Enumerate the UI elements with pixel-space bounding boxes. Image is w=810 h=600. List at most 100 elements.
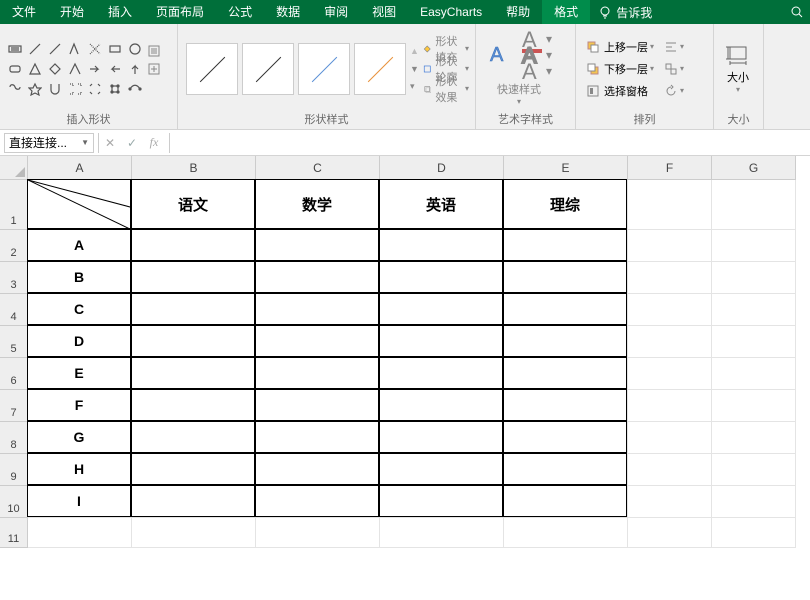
cell-E2[interactable] bbox=[503, 229, 627, 261]
cell-A9[interactable]: H bbox=[27, 453, 131, 485]
cell-A11[interactable] bbox=[28, 518, 132, 548]
cell-E9[interactable] bbox=[503, 453, 627, 485]
cell-C8[interactable] bbox=[255, 421, 379, 453]
cell-B2[interactable] bbox=[131, 229, 255, 261]
shapes-gallery[interactable] bbox=[6, 40, 144, 98]
cell-E1[interactable]: 理综 bbox=[503, 179, 627, 229]
row-header-10[interactable]: 10 bbox=[0, 486, 28, 518]
cell-B8[interactable] bbox=[131, 421, 255, 453]
row-header-1[interactable]: 1 bbox=[0, 180, 28, 230]
quick-styles-button[interactable]: 快速样式 bbox=[497, 81, 541, 97]
cell-B4[interactable] bbox=[131, 293, 255, 325]
cell-E11[interactable] bbox=[504, 518, 628, 548]
cell-C10[interactable] bbox=[255, 485, 379, 517]
tab-文件[interactable]: 文件 bbox=[0, 0, 48, 24]
cell-C1[interactable]: 数学 bbox=[255, 179, 379, 229]
cell-A5[interactable]: D bbox=[27, 325, 131, 357]
tell-me-button[interactable]: 告诉我 bbox=[590, 4, 660, 21]
cell-D4[interactable] bbox=[379, 293, 503, 325]
cell-B6[interactable] bbox=[131, 357, 255, 389]
shape-effects-button[interactable]: 形状效果 bbox=[423, 79, 469, 99]
col-header-C[interactable]: C bbox=[256, 156, 380, 180]
formula-input[interactable] bbox=[169, 133, 810, 153]
cell-C11[interactable] bbox=[256, 518, 380, 548]
cell-F6[interactable] bbox=[628, 358, 712, 390]
cell-C6[interactable] bbox=[255, 357, 379, 389]
cell-A8[interactable]: G bbox=[27, 421, 131, 453]
row-header-4[interactable]: 4 bbox=[0, 294, 28, 326]
cell-A6[interactable]: E bbox=[27, 357, 131, 389]
cell-B10[interactable] bbox=[131, 485, 255, 517]
cell-D10[interactable] bbox=[379, 485, 503, 517]
cell-E6[interactable] bbox=[503, 357, 627, 389]
row-header-2[interactable]: 2 bbox=[0, 230, 28, 262]
cell-D9[interactable] bbox=[379, 453, 503, 485]
cell-G9[interactable] bbox=[712, 454, 796, 486]
row-header-3[interactable]: 3 bbox=[0, 262, 28, 294]
cell-C9[interactable] bbox=[255, 453, 379, 485]
style-more-icon[interactable]: ▾ bbox=[410, 78, 419, 96]
tab-帮助[interactable]: 帮助 bbox=[494, 0, 542, 24]
cell-F3[interactable] bbox=[628, 262, 712, 294]
cell-F4[interactable] bbox=[628, 294, 712, 326]
cell-C5[interactable] bbox=[255, 325, 379, 357]
row-header-6[interactable]: 6 bbox=[0, 358, 28, 390]
cell-D6[interactable] bbox=[379, 357, 503, 389]
cell-G11[interactable] bbox=[712, 518, 796, 548]
selection-pane-button[interactable]: 选择窗格 bbox=[582, 80, 658, 102]
wordart-effects-icon[interactable]: A▾ bbox=[518, 63, 552, 79]
cell-D1[interactable]: 英语 bbox=[379, 179, 503, 229]
group-button[interactable] bbox=[662, 58, 686, 80]
cell-A10[interactable]: I bbox=[27, 485, 131, 517]
row-header-5[interactable]: 5 bbox=[0, 326, 28, 358]
cell-A4[interactable]: C bbox=[27, 293, 131, 325]
align-button[interactable] bbox=[662, 36, 686, 58]
tab-数据[interactable]: 数据 bbox=[264, 0, 312, 24]
fx-icon[interactable]: fx bbox=[143, 133, 165, 153]
tab-格式[interactable]: 格式 bbox=[542, 0, 590, 24]
tab-插入[interactable]: 插入 bbox=[96, 0, 144, 24]
style-scroll-up-icon[interactable]: ▲ bbox=[410, 42, 419, 60]
cell-F8[interactable] bbox=[628, 422, 712, 454]
select-all-corner[interactable] bbox=[0, 156, 28, 180]
cell-A3[interactable]: B bbox=[27, 261, 131, 293]
cell-B9[interactable] bbox=[131, 453, 255, 485]
cell-C4[interactable] bbox=[255, 293, 379, 325]
tab-EasyCharts[interactable]: EasyCharts bbox=[408, 0, 494, 24]
name-box[interactable]: 直接连接... ▼ bbox=[4, 133, 94, 153]
search-icon[interactable] bbox=[784, 5, 810, 19]
cell-B7[interactable] bbox=[131, 389, 255, 421]
cell-F7[interactable] bbox=[628, 390, 712, 422]
cell-D5[interactable] bbox=[379, 325, 503, 357]
col-header-E[interactable]: E bbox=[504, 156, 628, 180]
row-header-8[interactable]: 8 bbox=[0, 422, 28, 454]
cell-F2[interactable] bbox=[628, 230, 712, 262]
shapes-expand-icon[interactable] bbox=[148, 42, 160, 60]
cell-F9[interactable] bbox=[628, 454, 712, 486]
cell-F10[interactable] bbox=[628, 486, 712, 518]
cell-F1[interactable] bbox=[628, 180, 712, 230]
cell-A2[interactable]: A bbox=[27, 229, 131, 261]
shapes-more-icon[interactable] bbox=[148, 60, 160, 78]
tab-视图[interactable]: 视图 bbox=[360, 0, 408, 24]
cell-D7[interactable] bbox=[379, 389, 503, 421]
tab-页面布局[interactable]: 页面布局 bbox=[144, 0, 216, 24]
cell-A7[interactable]: F bbox=[27, 389, 131, 421]
cell-B5[interactable] bbox=[131, 325, 255, 357]
cell-G3[interactable] bbox=[712, 262, 796, 294]
row-header-9[interactable]: 9 bbox=[0, 454, 28, 486]
accept-formula-icon[interactable]: ✓ bbox=[121, 133, 143, 153]
cell-B3[interactable] bbox=[131, 261, 255, 293]
row-header-11[interactable]: 11 bbox=[0, 518, 28, 548]
cell-G4[interactable] bbox=[712, 294, 796, 326]
rotate-button[interactable] bbox=[662, 80, 686, 102]
col-header-B[interactable]: B bbox=[132, 156, 256, 180]
cell-G6[interactable] bbox=[712, 358, 796, 390]
tab-公式[interactable]: 公式 bbox=[216, 0, 264, 24]
cell-G10[interactable] bbox=[712, 486, 796, 518]
line-style-gallery[interactable] bbox=[184, 43, 408, 95]
tab-审阅[interactable]: 审阅 bbox=[312, 0, 360, 24]
cell-B1[interactable]: 语文 bbox=[131, 179, 255, 229]
cell-E8[interactable] bbox=[503, 421, 627, 453]
cell-E3[interactable] bbox=[503, 261, 627, 293]
